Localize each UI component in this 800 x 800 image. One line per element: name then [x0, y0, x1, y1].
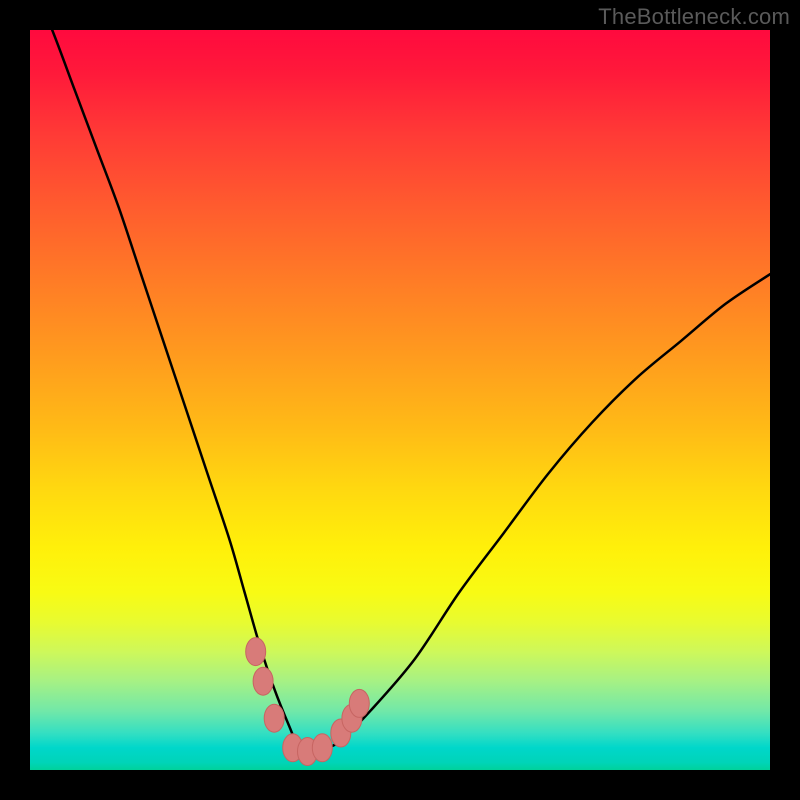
curve-markers — [246, 638, 370, 766]
curve-marker — [349, 689, 369, 717]
chart-stage: TheBottleneck.com — [0, 0, 800, 800]
plot-area — [30, 30, 770, 770]
curve-marker — [312, 734, 332, 762]
curve-marker — [264, 704, 284, 732]
bottleneck-curve — [30, 30, 770, 749]
chart-svg — [30, 30, 770, 770]
watermark-link[interactable]: TheBottleneck.com — [598, 4, 790, 30]
curve-marker — [246, 638, 266, 666]
curve-marker — [253, 667, 273, 695]
